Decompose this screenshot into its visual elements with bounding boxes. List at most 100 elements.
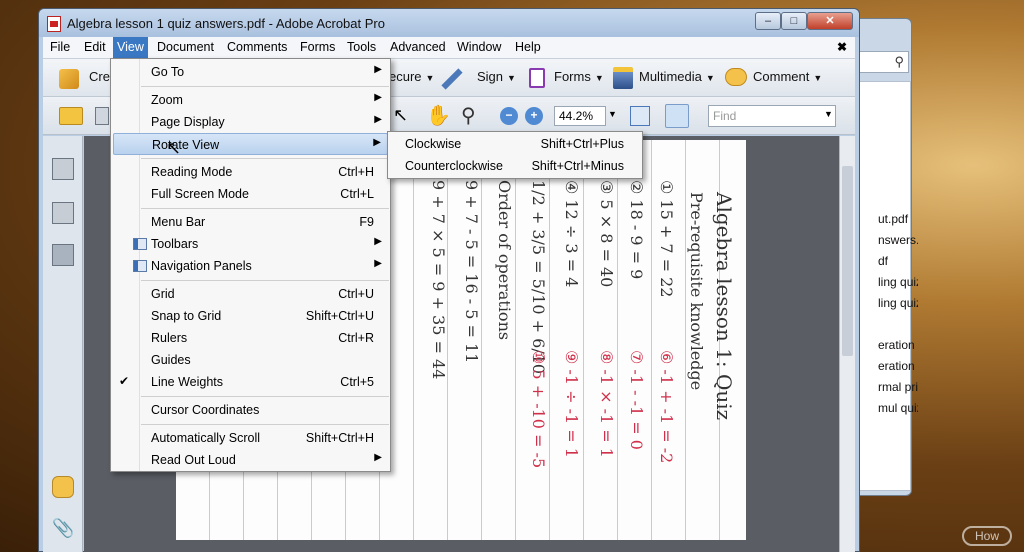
rotate-view-submenu: Clockwise Shift+Ctrl+Plus Counterclockwi… [387,131,643,179]
menu-item-rulers[interactable]: Rulers Ctrl+R [113,327,388,349]
menu-advanced[interactable]: Advanced [390,40,446,54]
list-item[interactable]: mul quiz [878,401,918,415]
doc-line: ⑩ 5 + -10 = -5 [529,350,548,469]
list-item[interactable]: rmal prin [878,380,918,394]
doc-line: ⑨ -1 ÷ -1 = 1 [562,350,581,458]
multimedia-icon[interactable] [613,67,633,89]
doc-line: ② 18 - 9 = 9 [627,180,646,280]
menu-tools[interactable]: Tools [347,40,376,54]
hand-tool-icon[interactable]: ✋ [426,103,451,128]
fit-width-icon[interactable] [630,106,650,126]
print-icon[interactable] [95,107,109,125]
menu-item-rotate-view[interactable]: Rotate View ▶ [113,133,388,155]
comment-icon[interactable] [725,68,747,86]
sign-pen-icon[interactable] [441,68,463,90]
forms-label: Forms [554,69,591,84]
marquee-zoom-icon[interactable]: ⚲ [461,103,476,128]
open-folder-icon[interactable] [59,107,83,125]
list-item[interactable]: eration qu [878,359,918,373]
close-button[interactable]: ✕ [807,12,853,30]
menu-item-zoom[interactable]: Zoom ▶ [113,89,388,111]
comment-button[interactable]: Comment ▼ [753,69,822,84]
scrollbar-thumb[interactable] [842,166,853,356]
zoom-input[interactable]: 44.2% [554,106,606,126]
menu-view[interactable]: View [113,37,148,59]
signatures-panel-icon[interactable] [52,244,74,266]
navigation-pane: 📎 [43,136,83,552]
list-item[interactable]: nswers.pd [878,233,918,247]
doc-line: 9 + 7 - 5 = 16 - 5 = 11 [462,180,481,364]
doc-line: ④ 12 ÷ 3 = 4 [562,180,581,288]
comment-label: Comment [753,69,810,84]
checkmark-icon: ✔ [119,374,130,388]
shortcut-label: F9 [359,215,374,229]
mouse-pointer-icon: ↖ [166,138,182,158]
doc-line: ⑥ -1 + -1 = -2 [657,350,676,464]
menu-item-snap-to-grid[interactable]: Snap to Grid Shift+Ctrl+U [113,305,388,327]
shortcut-label: Shift+Ctrl+Plus [540,137,624,151]
menu-item-counterclockwise[interactable]: Counterclockwise [405,159,503,173]
menu-item-label: Snap to Grid [151,309,222,323]
bookmarks-panel-icon[interactable] [52,202,74,224]
menu-item-full-screen-mode[interactable]: Full Screen Mode Ctrl+L [113,183,388,205]
pages-panel-icon[interactable] [52,158,74,180]
menu-comments[interactable]: Comments [227,40,287,54]
forms-icon[interactable] [529,68,545,88]
menu-item-read-out-loud[interactable]: Read Out Loud ▶ [113,449,388,471]
zoom-out-icon[interactable]: − [500,107,518,125]
minimize-button[interactable]: – [755,12,781,30]
attachments-paperclip-icon[interactable]: 📎 [52,518,74,540]
zoom-in-icon[interactable]: + [525,107,543,125]
vertical-scrollbar[interactable] [839,136,855,552]
list-item[interactable]: ling quiz [878,275,918,289]
sign-label: Sign [477,69,504,84]
list-item[interactable]: ling quiz. [878,296,918,310]
menu-item-navigation-panels[interactable]: Navigation Panels ▶ [113,255,388,277]
menu-item-go-to[interactable]: Go To ▶ [113,61,388,83]
comments-panel-icon[interactable] [52,476,74,498]
list-item[interactable]: eration q [878,338,918,352]
menu-item-label: Line Weights [151,375,224,389]
create-pdf-icon[interactable] [59,69,79,89]
doc-line: Order of operations [495,180,514,341]
find-dropdown-icon[interactable]: ▼ [824,109,833,119]
select-arrow-icon[interactable]: ↖ [393,105,411,127]
menu-item-label: Full Screen Mode [151,187,249,201]
menu-item-grid[interactable]: Grid Ctrl+U [113,283,388,305]
menu-item-menu-bar[interactable]: Menu Bar F9 [113,211,388,233]
multimedia-button[interactable]: Multimedia ▼ [639,69,715,84]
menu-item-toolbars[interactable]: Toolbars ▶ [113,233,388,255]
doc-line: ③ 5 × 8 = 40 [597,180,616,288]
forms-button[interactable]: Forms ▼ [554,69,604,84]
menu-item-reading-mode[interactable]: Reading Mode Ctrl+H [113,161,388,183]
document-close-icon[interactable]: ✖ [837,40,847,54]
zoom-dropdown-icon[interactable]: ▼ [608,109,617,119]
menu-item-label: Rulers [151,331,188,345]
pdf-icon [47,16,61,32]
view-menu: Go To ▶ Zoom ▶ Page Display ▶ Rotate View ▶ … [110,58,391,472]
menu-item-automatically-scroll[interactable]: Automatically Scroll Shift+Ctrl+H [113,427,388,449]
menu-item-label: Guides [151,353,191,367]
fit-page-icon[interactable] [665,104,689,128]
menu-document[interactable]: Document [157,40,214,54]
secure-button[interactable]: ecure ▼ [389,69,434,84]
menu-file[interactable]: File [50,40,70,54]
sign-button[interactable]: Sign ▼ [477,69,516,84]
menu-edit[interactable]: Edit [84,40,106,54]
menu-item-clockwise[interactable]: Clockwise [405,137,461,151]
title-bar[interactable]: Algebra lesson 1 quiz answers.pdf - Adob… [39,9,859,37]
menu-item-page-display[interactable]: Page Display ▶ [113,111,388,133]
maximize-button[interactable]: □ [781,12,807,30]
menu-item-label: Navigation Panels [151,259,252,273]
menu-item-line-weights[interactable]: ✔ Line Weights Ctrl+5 [113,371,388,393]
menu-window[interactable]: Window [457,40,501,54]
menu-forms[interactable]: Forms [300,40,335,54]
find-input[interactable]: Find [708,105,836,127]
menu-item-cursor-coordinates[interactable]: Cursor Coordinates [113,399,388,421]
search-icon[interactable]: ⚲ [894,54,904,70]
list-item[interactable]: df [878,254,918,268]
doc-heading: Algebra lesson 1: Quiz [712,192,736,421]
menu-item-guides[interactable]: Guides [113,349,388,371]
menu-help[interactable]: Help [515,40,541,54]
list-item[interactable]: ut.pdf [878,212,918,226]
